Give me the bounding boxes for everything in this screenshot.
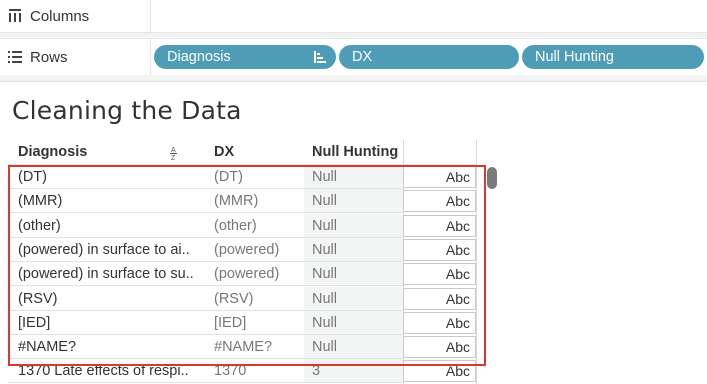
null-hunting-cell: 3 bbox=[312, 363, 321, 379]
columns-label: Columns bbox=[30, 7, 90, 25]
abc-mark-cell[interactable]: Abc bbox=[403, 263, 476, 285]
abc-mark-cell[interactable]: Abc bbox=[403, 360, 476, 382]
dx-cell: (powered) bbox=[214, 242, 280, 258]
columns-shelf-label: Columns bbox=[6, 0, 89, 32]
vertical-scrollbar-thumb[interactable] bbox=[487, 167, 497, 189]
diagnosis-cell: 1370 Late effects of respi.. bbox=[18, 363, 189, 379]
diagnosis-cell: (powered) in surface to su.. bbox=[18, 266, 194, 282]
diagnosis-cell: [IED] bbox=[18, 315, 51, 331]
header-dx[interactable]: DX bbox=[214, 144, 234, 160]
pill-null-hunting-label: Null Hunting bbox=[535, 49, 614, 65]
rows-label: Rows bbox=[30, 48, 68, 66]
abc-mark-cell[interactable]: Abc bbox=[403, 288, 476, 310]
diagnosis-cell: (other) bbox=[18, 218, 61, 234]
null-hunting-cell: Null bbox=[312, 193, 337, 209]
shelf-divider bbox=[150, 39, 151, 75]
pill-diagnosis[interactable]: Diagnosis bbox=[154, 45, 336, 69]
diagnosis-cell: #NAME? bbox=[18, 339, 77, 355]
null-hunting-cell: Null bbox=[312, 291, 337, 307]
abc-mark-cell[interactable]: Abc bbox=[403, 166, 476, 188]
diagnosis-cell: (DT) bbox=[18, 169, 47, 185]
columns-icon bbox=[6, 9, 24, 23]
shelf-separator bbox=[0, 75, 707, 82]
shelf-divider bbox=[150, 0, 151, 32]
abc-mark-cell[interactable]: Abc bbox=[403, 336, 476, 358]
dx-cell: (MMR) bbox=[214, 193, 259, 209]
header-null-hunting[interactable]: Null Hunting bbox=[312, 144, 398, 160]
abc-mark-cell[interactable]: Abc bbox=[403, 312, 476, 334]
diagnosis-cell: (RSV) bbox=[18, 291, 58, 307]
abc-mark-cell[interactable]: Abc bbox=[403, 215, 476, 237]
svg-text:Z: Z bbox=[171, 155, 176, 161]
svg-text:A: A bbox=[171, 147, 176, 154]
null-hunting-cell: Null bbox=[312, 339, 337, 355]
header-diagnosis[interactable]: Diagnosis bbox=[18, 144, 87, 160]
dx-cell: [IED] bbox=[214, 315, 247, 331]
rows-shelf[interactable]: Rows Diagnosis DX Null Hunting bbox=[0, 38, 707, 76]
sort-az-icon[interactable]: A Z bbox=[170, 145, 179, 163]
dx-cell: (powered) bbox=[214, 266, 280, 282]
sheet-title: Cleaning the Data bbox=[12, 96, 242, 125]
row-divider bbox=[8, 212, 403, 213]
dx-cell: 1370 bbox=[214, 363, 247, 379]
abc-mark-cell[interactable]: Abc bbox=[403, 239, 476, 261]
pill-dx-label: DX bbox=[352, 49, 373, 65]
header-divider bbox=[8, 164, 475, 165]
dx-cell: (other) bbox=[214, 218, 257, 234]
null-hunting-cell: Null bbox=[312, 218, 337, 234]
pill-null-hunting[interactable]: Null Hunting bbox=[522, 45, 704, 69]
pill-diagnosis-label: Diagnosis bbox=[167, 49, 231, 65]
shelf-gap bbox=[0, 33, 707, 37]
dx-cell: (DT) bbox=[214, 169, 243, 185]
rows-icon bbox=[6, 51, 24, 63]
dx-cell: (RSV) bbox=[214, 291, 254, 307]
pill-dx[interactable]: DX bbox=[339, 45, 519, 69]
null-hunting-cell: Null bbox=[312, 266, 337, 282]
row-divider bbox=[8, 382, 403, 383]
row-divider bbox=[8, 285, 403, 286]
abc-mark-cell[interactable]: Abc bbox=[403, 190, 476, 212]
dx-cell: #NAME? bbox=[214, 339, 273, 355]
diagnosis-cell: (MMR) bbox=[18, 193, 63, 209]
diagnosis-cell: (powered) in surface to ai.. bbox=[18, 242, 190, 258]
rows-shelf-label: Rows bbox=[6, 39, 68, 75]
columns-shelf[interactable]: Columns bbox=[0, 0, 707, 33]
column-divider bbox=[476, 140, 477, 384]
null-hunting-cell: Null bbox=[312, 169, 337, 185]
null-hunting-cell: Null bbox=[312, 315, 337, 331]
null-hunting-cell: Null bbox=[312, 242, 337, 258]
sort-descending-icon[interactable] bbox=[314, 51, 326, 67]
